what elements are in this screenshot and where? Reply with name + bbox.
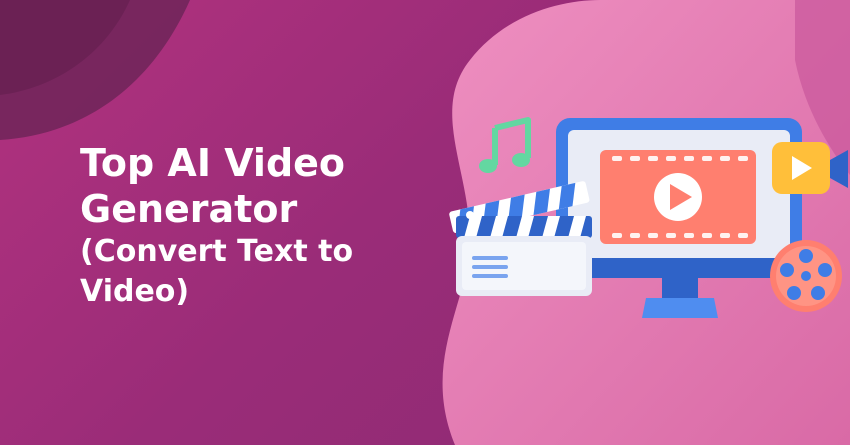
play-icon <box>654 173 702 221</box>
hero-banner: Top AI Video Generator (Convert Text to … <box>0 0 850 445</box>
video-illustration <box>449 117 848 318</box>
video-player-icon <box>600 150 756 244</box>
video-camera-icon <box>772 142 848 194</box>
clapperboard-icon <box>449 181 592 296</box>
film-reel-icon <box>770 240 842 312</box>
music-note-icon <box>479 117 531 173</box>
